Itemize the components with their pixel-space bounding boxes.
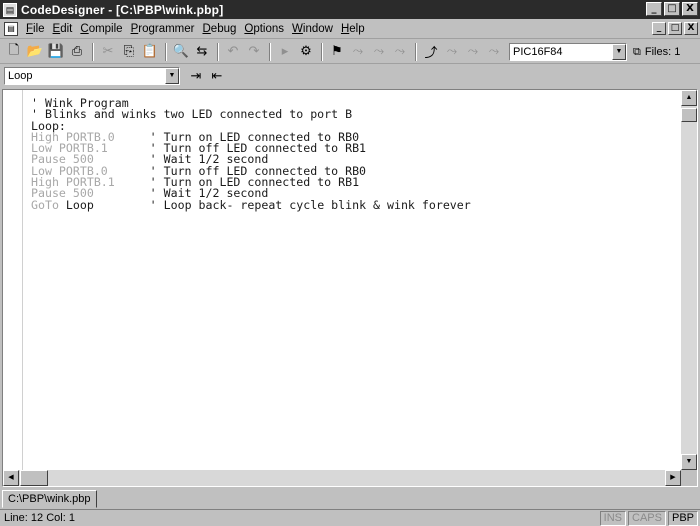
document-icon[interactable]: ▤ [4,21,18,36]
caps-indicator: CAPS [628,510,666,526]
vertical-scrollbar[interactable]: ▲ ▼ [681,90,697,470]
cut-icon[interactable]: ✂ [98,42,118,62]
title-bar: ▤ CodeDesigner - [C:\PBP\wink.pbp] _ □ X [0,0,700,19]
files-label: Files: 1 [644,45,681,58]
menu-item-window[interactable]: Window [288,23,337,35]
prev-bookmark-icon[interactable]: ⤳ [369,42,389,62]
code-editor[interactable]: ' Wink Program ' Blinks and winks two LED… [2,89,698,487]
vertical-scroll-thumb[interactable] [681,108,697,122]
toolbar-separator [269,42,271,61]
menu-item-programmer[interactable]: Programmer [127,23,199,35]
toggle-bookmark-icon[interactable]: ⚑ [327,42,347,62]
chevron-down-icon[interactable]: ▼ [165,68,179,84]
paste-icon[interactable]: 📋 [140,42,160,62]
window-title: CodeDesigner - [C:\PBP\wink.pbp] [21,2,224,17]
document-tab[interactable]: C:\PBP\wink.pbp [2,490,97,508]
redo-icon[interactable]: ↷ [244,42,264,62]
outdent-icon[interactable]: ⇤ [207,66,227,86]
menu-item-options[interactable]: Options [240,23,288,35]
toolbar-separator [165,42,167,61]
menu-item-debug[interactable]: Debug [198,23,240,35]
chevron-down-icon[interactable]: ▼ [612,43,626,60]
label-toolbar: Loop ▼ ⇥ ⇤ [0,65,700,87]
toolbar-separator [321,42,323,61]
code-text-segment: Loop [58,197,94,212]
toolbar-separator [92,42,94,61]
device-value: PIC16F84 [513,45,563,58]
toolbar-separator [217,42,219,61]
status-bar: Line: 12 Col: 1 INS CAPS PBP [0,509,700,526]
menu-bar: ▤ File Edit Compile Programmer Debug Options W… [0,19,700,39]
maximize-button[interactable]: □ [664,2,680,16]
doc-close-button[interactable]: X [684,22,698,35]
label-select[interactable]: Loop ▼ [4,67,180,85]
undo-icon[interactable]: ↶ [223,42,243,62]
ins-indicator: INS [599,510,627,526]
menu-items: File Edit Compile Programmer Debug Options Win… [22,23,369,35]
new-file-icon[interactable]: 🗋 [4,42,24,62]
horizontal-scrollbar[interactable]: ◀ ▶ [3,470,681,486]
main-toolbar: 🗋 📂 💾 ⎙ ✂ ⎘ 📋 🔍 ⇆ ↶ ↷ ▸ ⚙ ⚑ ⤳ ⤳ ⤳ ⤴ ⤳ ⤳ ⤳ PIC16F84 ▼ ⧉ Files… [0,40,700,64]
menu-item-help[interactable]: Help [337,23,369,35]
cursor-position: Line: 12 Col: 1 [4,512,75,524]
window-controls: _ □ X [646,2,698,16]
open-folder-icon[interactable]: 📂 [25,42,45,62]
mode-indicator: PBP [667,510,698,526]
files-button[interactable]: ⧉ Files: 1 [633,45,680,59]
verify-icon[interactable]: ⤳ [463,42,483,62]
horizontal-scroll-thumb[interactable] [20,470,48,486]
toolbar-buttons: 🗋 📂 💾 ⎙ ✂ ⎘ 📋 🔍 ⇆ ↶ ↷ ▸ ⚙ ⚑ ⤳ ⤳ ⤳ ⤴ ⤳ ⤳ ⤳ [4,42,505,62]
find-replace-icon[interactable]: ⇆ [192,42,212,62]
scroll-down-icon[interactable]: ▼ [681,454,697,470]
scroll-right-icon[interactable]: ▶ [665,470,681,486]
erase-icon[interactable]: ⤳ [484,42,504,62]
compile-icon[interactable]: ⚙ [296,42,316,62]
editor-gutter[interactable] [3,90,23,470]
scroll-up-icon[interactable]: ▲ [681,90,697,106]
toolbar-separator [415,42,417,61]
program-icon[interactable]: ⤴ [421,42,441,62]
code-text-segment: ' Loop back- repeat cycle blink & wink f… [93,197,471,212]
doc-minimize-button[interactable]: _ [652,22,666,35]
find-icon[interactable]: 🔍 [171,42,191,62]
code-line[interactable]: ' Blinks and winks two LED connected to … [31,107,471,122]
read-icon[interactable]: ⤳ [442,42,462,62]
device-select[interactable]: PIC16F84 ▼ [509,42,627,61]
indent-icon[interactable]: ⇥ [186,66,206,86]
code-text[interactable]: ' Wink Program ' Blinks and winks two LED… [31,97,471,212]
run-icon[interactable]: ▸ [275,42,295,62]
doc-restore-button[interactable]: □ [668,22,682,35]
menu-item-file[interactable]: File [22,23,49,35]
app-icon[interactable]: ▤ [3,2,17,17]
copy-icon[interactable]: ⎘ [119,42,139,62]
label-value: Loop [8,70,33,82]
files-icon: ⧉ [633,44,641,58]
code-text-segment: ' Blinks and winks two LED connected to … [31,107,353,122]
code-line[interactable]: GoTo Loop ' Loop back- repeat cycle blin… [31,197,471,212]
clear-bookmarks-icon[interactable]: ⤳ [390,42,410,62]
save-icon[interactable]: 💾 [46,42,66,62]
minimize-button[interactable]: _ [646,2,662,16]
next-bookmark-icon[interactable]: ⤳ [348,42,368,62]
menu-item-edit[interactable]: Edit [49,23,77,35]
close-button[interactable]: X [682,2,698,16]
code-keyword: GoTo [31,197,59,212]
print-icon[interactable]: ⎙ [67,42,87,62]
scroll-left-icon[interactable]: ◀ [3,470,19,486]
document-window-controls: _ □ X [652,22,698,35]
scroll-corner [681,470,697,486]
menu-item-compile[interactable]: Compile [76,23,126,35]
